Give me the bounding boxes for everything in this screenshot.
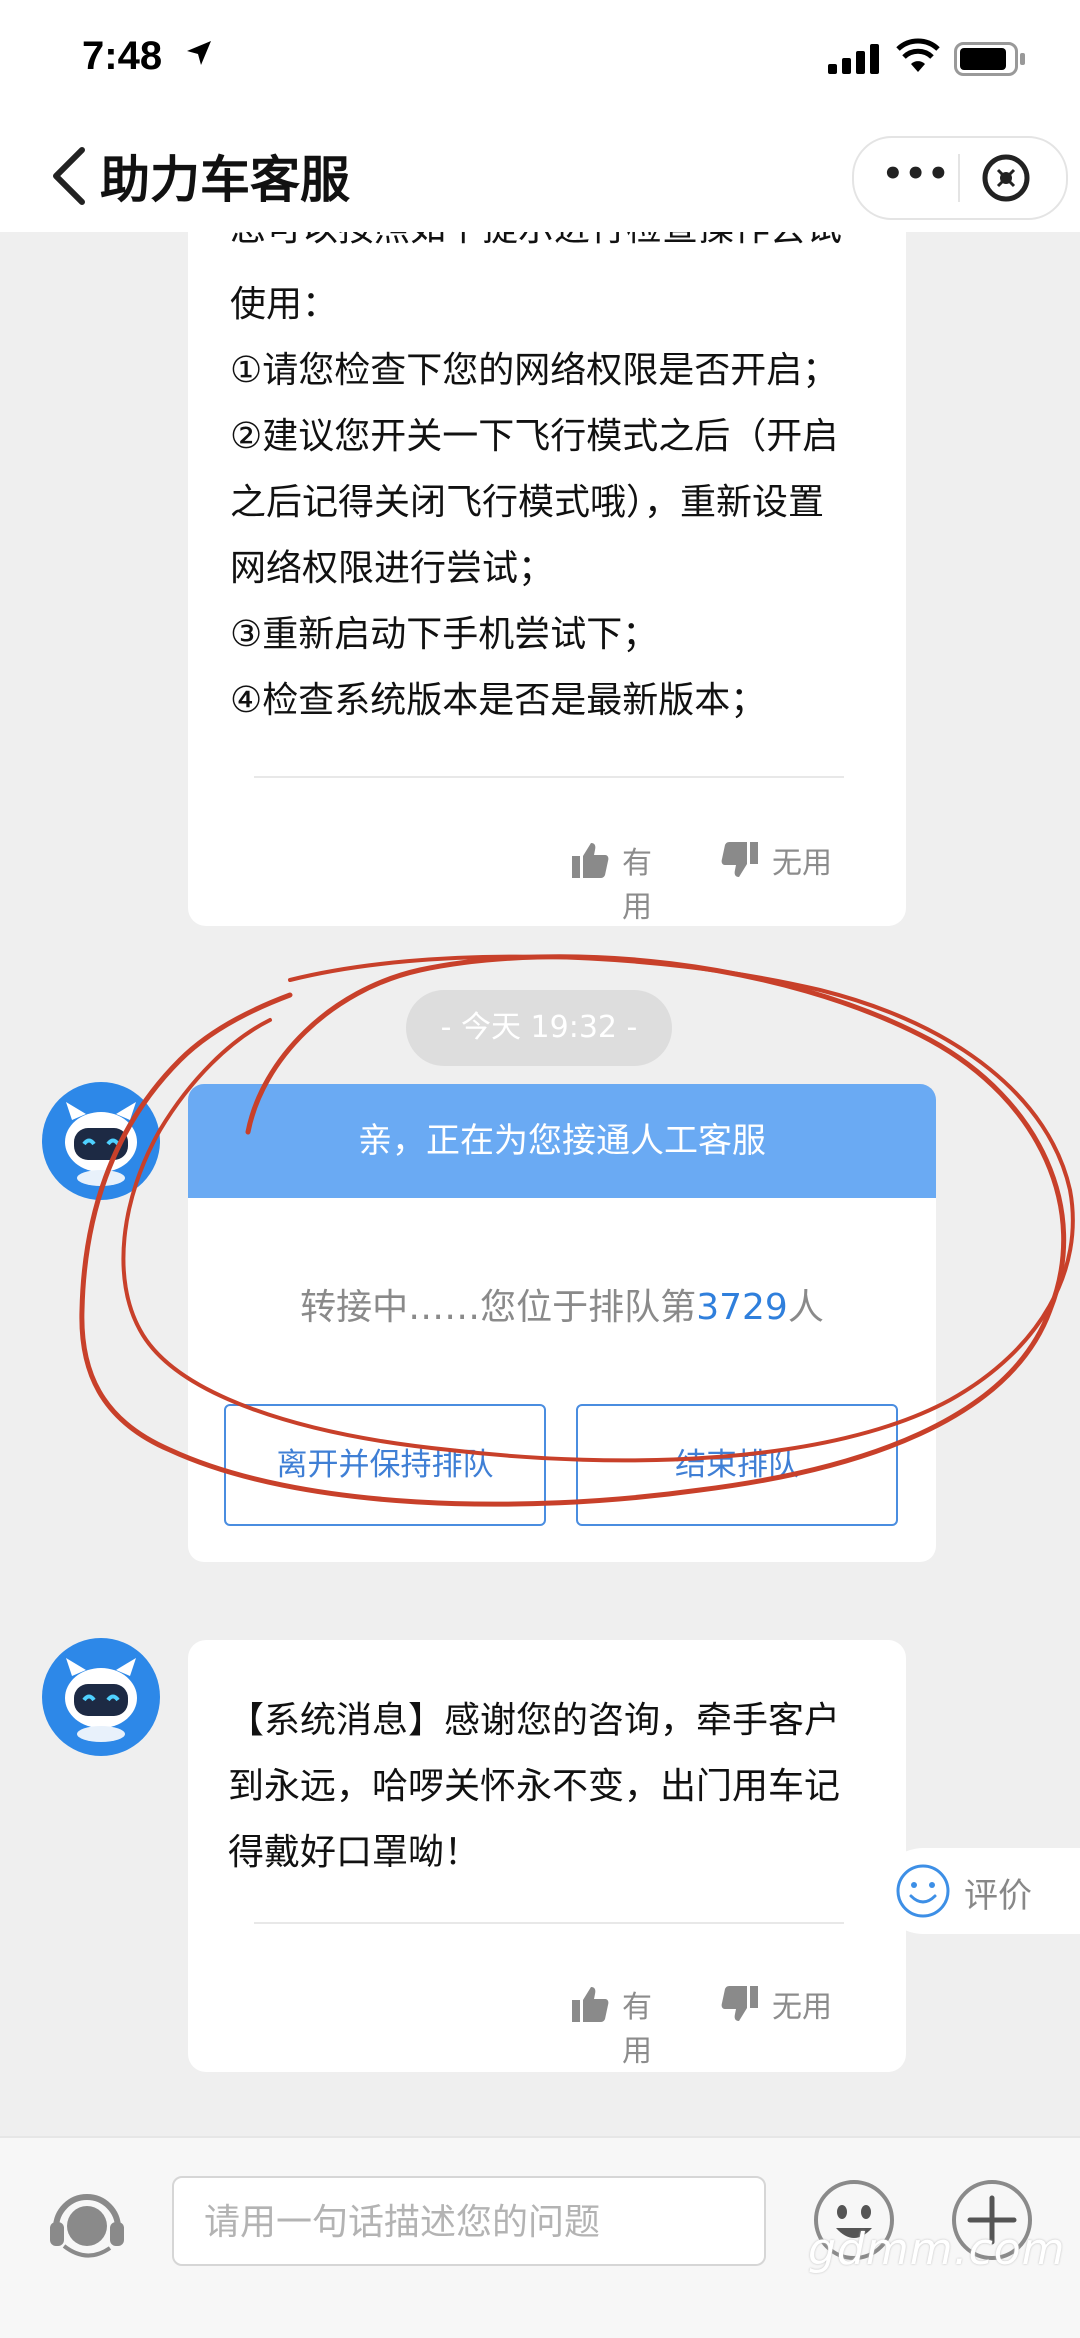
back-chevron-icon[interactable]: [44, 142, 104, 210]
wifi-icon: [896, 38, 940, 72]
message-line: 【系统消息】感谢您的咨询，牵手客户: [228, 1700, 841, 1741]
thumbs-down-icon: [721, 842, 758, 877]
bot-avatar: [42, 1638, 160, 1756]
message-line: 网络权限进行尝试；: [230, 548, 555, 589]
mini-program-capsule: •••: [852, 136, 1068, 220]
bot-message-card-troubleshoot: 您可以按照如下提示进行检查操作尝试 使用： ①请您检查下您的网络权限是否开启； …: [188, 232, 906, 926]
cellular-signal-icon: [828, 44, 879, 74]
agent-headset-icon[interactable]: [42, 2180, 132, 2270]
more-options-button[interactable]: •••: [882, 148, 949, 208]
timestamp-badge: - 今天 19:32 -: [406, 990, 672, 1066]
message-body: 【系统消息】感谢您的咨询，牵手客户 到永远，哈啰关怀永不变，出门用车记 得戴好口…: [228, 1688, 840, 1886]
useless-label: 无用: [772, 1990, 832, 2025]
end-queue-button[interactable]: 结束排队: [576, 1404, 898, 1526]
status-bar: 7:48: [0, 0, 1080, 120]
useless-label: 无用: [772, 846, 832, 881]
rate-label: 评价: [964, 1876, 1032, 1916]
thumbs-up-button[interactable]: 有用: [570, 1980, 680, 2069]
rate-button[interactable]: 评价: [880, 1848, 1080, 1934]
queue-status: 转接中……您位于排队第3729人: [188, 1278, 936, 1330]
bot-avatar: [42, 1082, 160, 1200]
message-line: 使用：: [230, 284, 339, 325]
leave-keep-queue-button[interactable]: 离开并保持排队: [224, 1404, 546, 1526]
thumbs-down-button[interactable]: 无用: [720, 1980, 840, 2028]
feedback-divider: [254, 1922, 844, 1924]
navigation-bar: 助力车客服 •••: [0, 120, 1080, 232]
queue-header: 亲，正在为您接通人工客服: [188, 1084, 936, 1198]
message-line: ③重新启动下手机尝试下；: [230, 614, 659, 655]
queue-card: 转接中……您位于排队第3729人 离开并保持排队 结束排队: [188, 1198, 936, 1562]
queue-position: 3729: [696, 1287, 788, 1328]
smiley-icon: [896, 1864, 950, 1918]
useful-label: 有用: [622, 1990, 652, 2069]
message-line: ②建议您开关一下飞行模式之后（开启: [230, 416, 839, 457]
watermark: gdmm.com: [808, 2224, 1066, 2275]
useful-label: 有用: [622, 846, 652, 925]
thumbs-up-icon: [572, 843, 609, 878]
battery-icon: [954, 42, 1025, 76]
bot-message-card-system: 【系统消息】感谢您的咨询，牵手客户 到永远，哈啰关怀永不变，出门用车记 得戴好口…: [188, 1640, 906, 2072]
thumbs-down-button[interactable]: 无用: [720, 836, 840, 884]
message-line: 得戴好口罩呦！: [228, 1832, 481, 1873]
queue-status-prefix: 转接中……您位于排队第: [300, 1287, 697, 1328]
thumbs-up-button[interactable]: 有用: [570, 836, 680, 925]
feedback-divider: [254, 776, 844, 778]
queue-status-suffix: 人: [787, 1287, 824, 1328]
robot-icon: [65, 1658, 137, 1742]
message-line: 到永远，哈啰关怀永不变，出门用车记: [228, 1766, 841, 1807]
message-line: ①请您检查下您的网络权限是否开启；: [230, 350, 839, 391]
question-input[interactable]: 请用一句话描述您的问题: [172, 2176, 766, 2266]
robot-icon: [65, 1102, 137, 1186]
message-line: 之后记得关闭飞行模式哦），重新设置: [230, 482, 825, 523]
message-body: 使用： ①请您检查下您的网络权限是否开启； ②建议您开关一下飞行模式之后（开启 …: [230, 272, 838, 734]
location-arrow-icon: [187, 41, 211, 65]
thumbs-down-icon: [721, 1986, 758, 2021]
page-title: 助力车客服: [100, 151, 350, 209]
status-time: 7:48: [82, 34, 163, 78]
message-line: ④检查系统版本是否是最新版本；: [230, 680, 767, 721]
thumbs-up-icon: [572, 1987, 609, 2022]
capsule-divider: [958, 154, 960, 202]
close-target-icon[interactable]: [974, 146, 1038, 210]
message-text-partial: 您可以按照如下提示进行检查操作尝试: [230, 232, 842, 262]
